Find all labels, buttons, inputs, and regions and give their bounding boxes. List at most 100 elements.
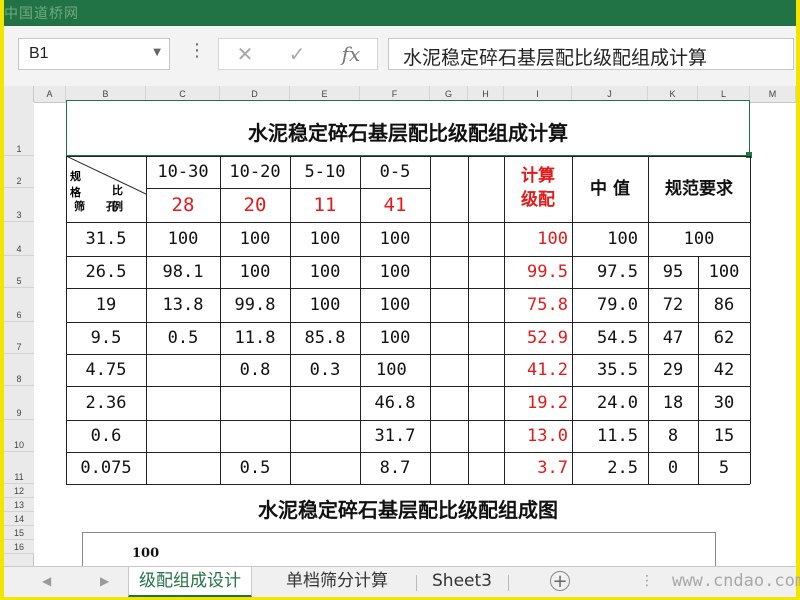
passing-10-20[interactable] bbox=[220, 386, 290, 420]
passing-5-10[interactable]: 100 bbox=[290, 288, 360, 322]
spec-upper[interactable]: 30 bbox=[698, 386, 750, 420]
ratio-value[interactable]: 11 bbox=[290, 188, 360, 222]
passing-10-30[interactable] bbox=[146, 452, 220, 484]
row-header-5[interactable]: 5 bbox=[4, 256, 34, 288]
row-header-8[interactable]: 8 bbox=[4, 354, 34, 386]
close-icon[interactable]: ✕ bbox=[220, 38, 270, 70]
row-header-15[interactable]: 15 bbox=[4, 526, 34, 540]
mid-value[interactable]: 35.5 bbox=[572, 354, 648, 386]
passing-5-10[interactable]: 100 bbox=[290, 222, 360, 256]
row-header-16[interactable]: 16 bbox=[4, 540, 34, 554]
calc-grading-value[interactable]: 3.7 bbox=[504, 452, 572, 484]
ratio-value[interactable]: 28 bbox=[146, 188, 220, 222]
row-header-6[interactable]: 6 bbox=[4, 288, 34, 322]
mid-value[interactable]: 100 bbox=[572, 222, 648, 256]
spec-upper[interactable]: 100 bbox=[698, 256, 750, 288]
passing-10-30[interactable]: 98.1 bbox=[146, 256, 220, 288]
mid-value[interactable]: 97.5 bbox=[572, 256, 648, 288]
row-header-1[interactable]: 1 bbox=[4, 102, 34, 156]
passing-10-30[interactable] bbox=[146, 354, 220, 386]
row-header-7[interactable]: 7 bbox=[4, 322, 34, 354]
passing-5-10[interactable] bbox=[290, 420, 360, 452]
spec-range[interactable]: 100 bbox=[648, 222, 750, 256]
row-header-14[interactable]: 14 bbox=[4, 512, 34, 526]
sieve-size[interactable]: 0.075 bbox=[66, 452, 146, 484]
column-header-A[interactable]: A bbox=[34, 86, 66, 102]
sieve-size[interactable]: 4.75 bbox=[66, 354, 146, 386]
mid-value[interactable]: 2.5 bbox=[572, 452, 648, 484]
passing-0-5[interactable]: 100 bbox=[360, 222, 430, 256]
sieve-size[interactable]: 26.5 bbox=[66, 256, 146, 288]
passing-10-20[interactable]: 11.8 bbox=[220, 322, 290, 354]
sheet-tab-sieve-calc[interactable]: 单档筛分计算 bbox=[276, 567, 398, 597]
calc-grading-value[interactable]: 13.0 bbox=[504, 420, 572, 452]
passing-10-30[interactable] bbox=[146, 420, 220, 452]
more-tabs-icon[interactable]: ⋮ bbox=[640, 573, 654, 589]
passing-0-5[interactable]: 100 bbox=[360, 322, 430, 354]
row-header-3[interactable]: 3 bbox=[4, 188, 34, 222]
passing-10-30[interactable] bbox=[146, 386, 220, 420]
spec-upper[interactable]: 86 bbox=[698, 288, 750, 322]
spec-lower[interactable]: 95 bbox=[648, 256, 698, 288]
passing-10-20[interactable] bbox=[220, 420, 290, 452]
calc-grading-value[interactable]: 75.8 bbox=[504, 288, 572, 322]
passing-0-5[interactable]: 100 bbox=[360, 288, 430, 322]
size-label[interactable]: 0-5 bbox=[360, 156, 430, 188]
row-header-9[interactable]: 9 bbox=[4, 386, 34, 420]
select-all-corner[interactable] bbox=[4, 86, 34, 102]
calc-grading-value[interactable]: 52.9 bbox=[504, 322, 572, 354]
spec-upper[interactable]: 5 bbox=[698, 452, 750, 484]
calc-grading-header[interactable]: 计算 级配 bbox=[504, 158, 572, 220]
row-header-11[interactable]: 11 bbox=[4, 452, 34, 484]
mid-value[interactable]: 11.5 bbox=[572, 420, 648, 452]
add-sheet-icon[interactable]: + bbox=[550, 571, 570, 591]
sieve-size[interactable]: 0.6 bbox=[66, 420, 146, 452]
passing-10-20[interactable]: 0.8 bbox=[220, 354, 290, 386]
calc-grading-value[interactable]: 19.2 bbox=[504, 386, 572, 420]
passing-10-30[interactable]: 13.8 bbox=[146, 288, 220, 322]
calc-grading-value[interactable]: 41.2 bbox=[504, 354, 572, 386]
size-label[interactable]: 5-10 bbox=[290, 156, 360, 188]
passing-0-5[interactable]: 31.7 bbox=[360, 420, 430, 452]
passing-0-5[interactable]: 100 bbox=[360, 256, 430, 288]
spec-lower[interactable]: 72 bbox=[648, 288, 698, 322]
mid-value[interactable]: 79.0 bbox=[572, 288, 648, 322]
title-cell[interactable]: 水泥稳定碎石基层配比级配组成计算 bbox=[66, 100, 750, 156]
row-header-4[interactable]: 4 bbox=[4, 222, 34, 256]
passing-10-20[interactable]: 100 bbox=[220, 256, 290, 288]
spec-lower[interactable]: 29 bbox=[648, 354, 698, 386]
passing-5-10[interactable]: 100 bbox=[290, 256, 360, 288]
mid-value[interactable]: 24.0 bbox=[572, 386, 648, 420]
name-box[interactable]: B1 ▼ bbox=[18, 38, 170, 70]
spec-lower[interactable]: 8 bbox=[648, 420, 698, 452]
chart-area[interactable] bbox=[82, 532, 716, 566]
passing-10-20[interactable]: 0.5 bbox=[220, 452, 290, 484]
column-header-M[interactable]: M bbox=[750, 86, 796, 102]
sieve-size[interactable]: 9.5 bbox=[66, 322, 146, 354]
spec-upper[interactable]: 42 bbox=[698, 354, 750, 386]
check-icon[interactable]: ✓ bbox=[272, 38, 322, 70]
size-label[interactable]: 10-20 bbox=[220, 156, 290, 188]
spec-upper[interactable]: 62 bbox=[698, 322, 750, 354]
more-options-icon[interactable]: ⋮ bbox=[188, 40, 206, 61]
spec-requirement-header[interactable]: 规范要求 bbox=[648, 156, 750, 222]
formula-input[interactable]: 水泥稳定碎石基层配比级配组成计算 bbox=[388, 38, 794, 70]
sieve-size[interactable]: 19 bbox=[66, 288, 146, 322]
ratio-value[interactable]: 41 bbox=[360, 188, 430, 222]
passing-5-10[interactable]: 0.3 bbox=[290, 354, 360, 386]
passing-5-10[interactable] bbox=[290, 452, 360, 484]
spec-lower[interactable]: 47 bbox=[648, 322, 698, 354]
passing-10-30[interactable]: 0.5 bbox=[146, 322, 220, 354]
passing-5-10[interactable] bbox=[290, 386, 360, 420]
worksheet[interactable]: ABCDEFGHIJKLM 1 2 3 4 5 6 7 8 9 10 11 12 13 14 15 16 水泥… bbox=[4, 86, 796, 566]
spec-lower[interactable]: 0 bbox=[648, 452, 698, 484]
sheet-tab-grading-design[interactable]: 级配组成设计 bbox=[128, 567, 252, 597]
spec-upper[interactable]: 15 bbox=[698, 420, 750, 452]
row-header-13[interactable]: 13 bbox=[4, 498, 34, 512]
row-header-2[interactable]: 2 bbox=[4, 156, 34, 188]
sieve-size[interactable]: 2.36 bbox=[66, 386, 146, 420]
size-label[interactable]: 10-30 bbox=[146, 156, 220, 188]
calc-grading-value[interactable]: 99.5 bbox=[504, 256, 572, 288]
function-icon[interactable]: fx bbox=[326, 38, 376, 70]
sieve-size[interactable]: 31.5 bbox=[66, 222, 146, 256]
